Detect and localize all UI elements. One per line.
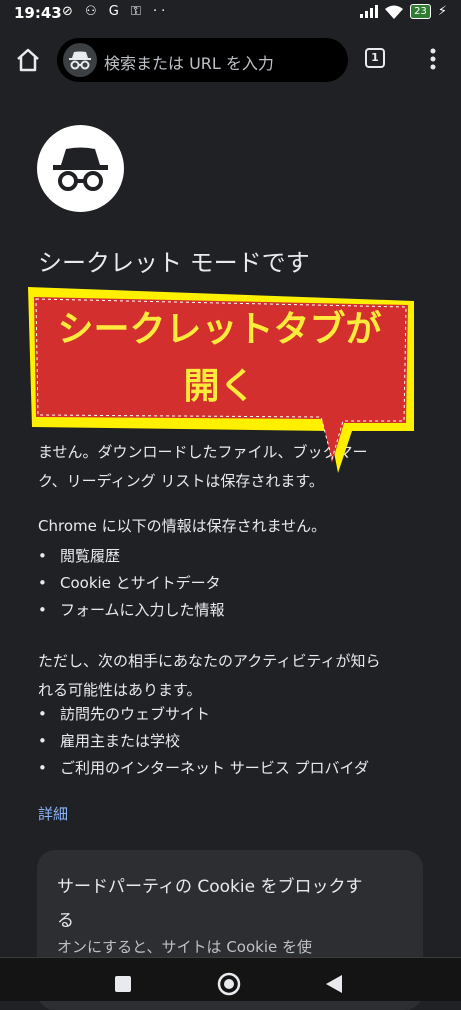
annotation-line-1: シークレットタブが [57, 309, 382, 350]
notification-icons: ⊘ ⚇ G ⚿ ·· [62, 4, 170, 19]
more-vert-icon[interactable] [424, 45, 442, 73]
incognito-hero-icon [37, 125, 124, 212]
home-icon[interactable] [14, 46, 42, 74]
recent-apps-icon[interactable] [114, 975, 132, 993]
visible-list: 訪問先のウェブサイト 雇用主または学校 ご利用のインターネット サービス プロバ… [38, 701, 369, 782]
visible-heading-line-1: ただし、次の相手にあなたのアクティビティが知ら [38, 652, 381, 670]
visible-heading: ただし、次の相手にあなたのアクティビティが知ら れる可能性はあります。 [38, 647, 380, 705]
page-title: シークレット モードです [38, 249, 310, 277]
cookie-card-title: サードパーティの Cookie をブロックする [57, 877, 363, 931]
not-saved-list: 閲覧履歴 Cookie とサイトデータ フォームに入力した情報 [38, 543, 225, 624]
cookie-card-description: オンにすると、サイトは Cookie を使 [57, 938, 312, 956]
list-item: フォームに入力した情報 [38, 597, 225, 624]
browser-toolbar: 検索または URL を入力 1 [0, 34, 461, 88]
list-item: 訪問先のウェブサイト [38, 701, 369, 728]
list-item: 閲覧履歴 [38, 543, 225, 570]
battery-icon: 23 [410, 4, 431, 19]
signal-icon [360, 5, 379, 18]
status-bar: 19:43 ⊘ ⚇ G ⚿ ·· 23 ⚡ [0, 0, 461, 26]
details-link[interactable]: 詳細 [38, 803, 68, 824]
annotation-bubble: シークレットタブが 開く [22, 283, 418, 483]
status-time: 19:43 [14, 4, 62, 22]
tab-switcher-button[interactable]: 1 [365, 48, 385, 68]
charging-icon: ⚡ [437, 4, 447, 19]
wifi-icon [385, 5, 404, 19]
incognito-icon [63, 43, 97, 77]
home-circle-icon[interactable] [217, 972, 241, 996]
system-nav-bar [0, 957, 461, 1001]
list-item: Cookie とサイトデータ [38, 570, 225, 597]
search-input[interactable]: 検索または URL を入力 [104, 50, 274, 74]
not-saved-heading: Chrome に以下の情報は保存されません。 [38, 517, 327, 535]
list-item: 雇用主または学校 [38, 728, 369, 755]
omnibox[interactable]: 検索または URL を入力 [57, 38, 348, 82]
list-item: ご利用のインターネット サービス プロバイダ [38, 755, 369, 782]
back-triangle-icon[interactable] [324, 974, 344, 994]
system-icons: 23 ⚡ [360, 4, 447, 19]
annotation-line-2: 開く [183, 366, 256, 407]
